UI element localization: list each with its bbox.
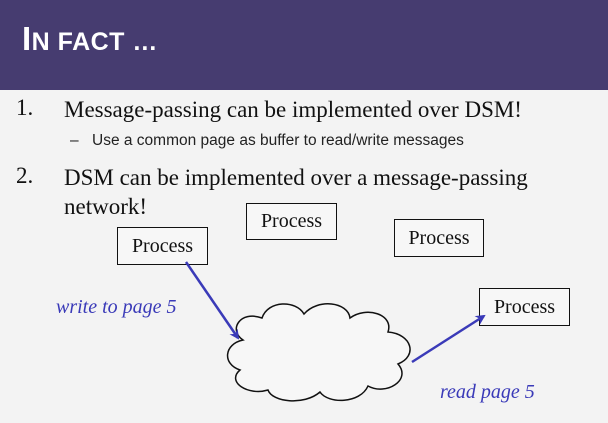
write-label: write to page 5 — [56, 296, 177, 318]
network-diagram — [184, 261, 486, 402]
read-label: read page 5 — [440, 381, 535, 403]
write-arrow — [184, 261, 240, 340]
network-cloud — [226, 303, 411, 402]
read-arrow — [411, 314, 486, 364]
